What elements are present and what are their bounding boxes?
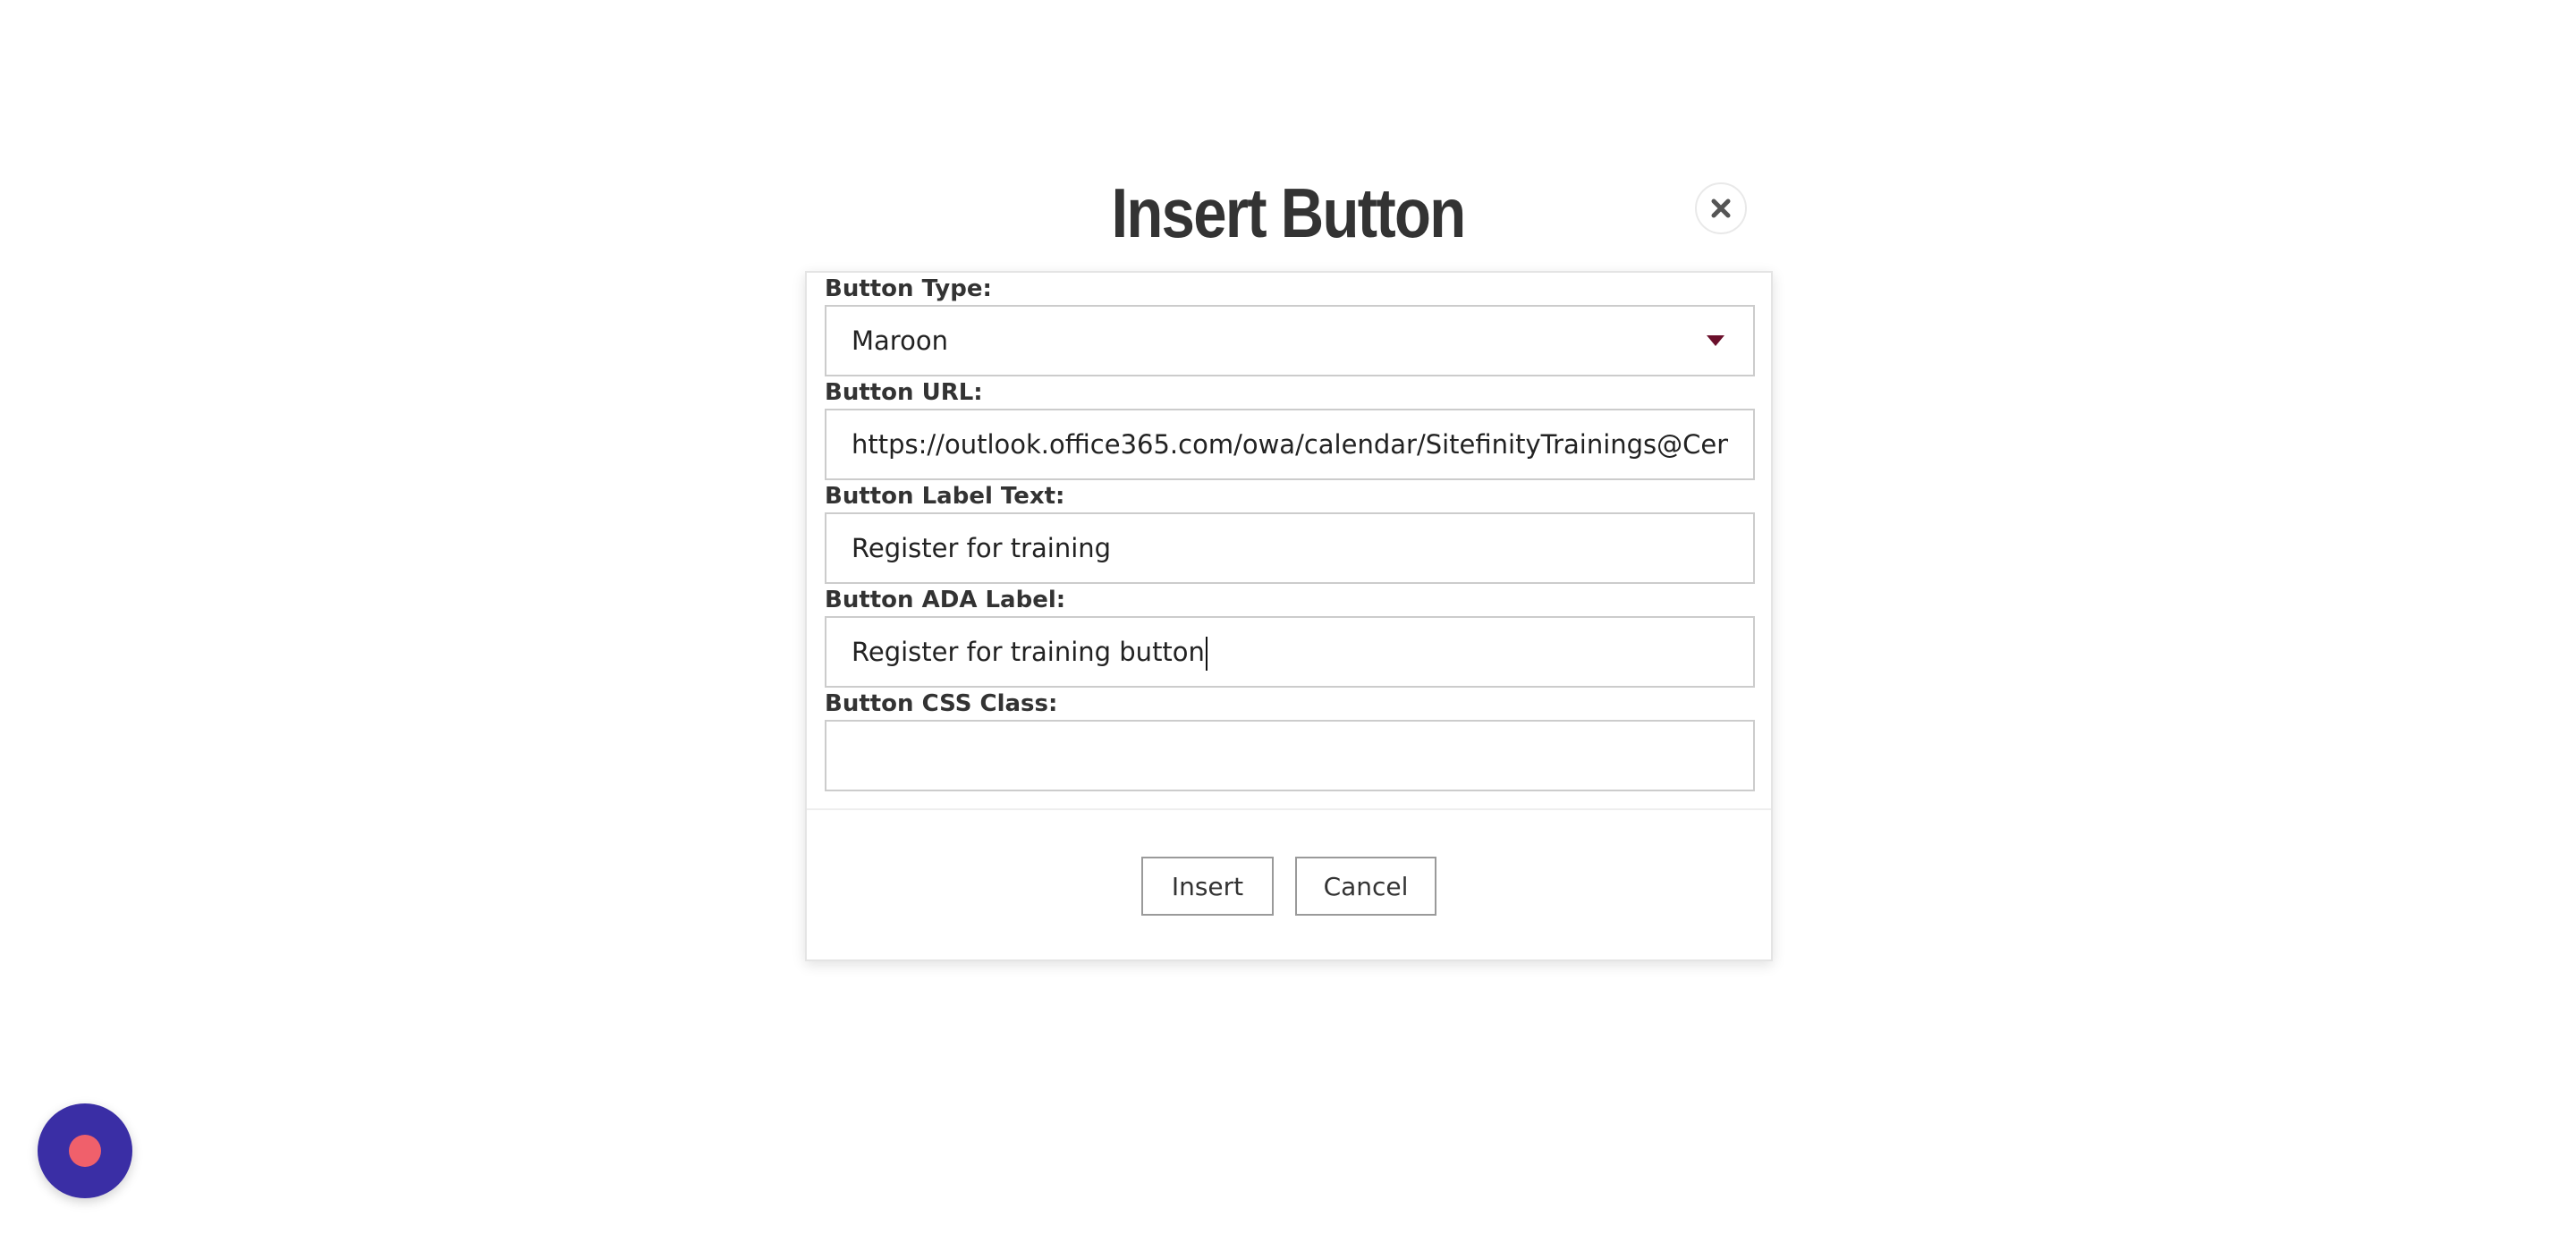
button-ada-label-label: Button ADA Label: xyxy=(825,587,1066,613)
chat-launcher-icon xyxy=(69,1135,101,1167)
button-type-select[interactable]: Maroon xyxy=(825,305,1755,376)
button-ada-label-field-content: Register for training button xyxy=(852,618,1728,686)
chevron-down-icon xyxy=(1707,335,1724,346)
cancel-button[interactable]: Cancel xyxy=(1295,857,1436,916)
chat-launcher-button[interactable] xyxy=(38,1103,132,1198)
button-type-label: Button Type: xyxy=(825,275,992,302)
dialog-actions: Insert Cancel xyxy=(807,857,1771,916)
page: Insert Button Button Type: Maroon Button… xyxy=(0,0,2576,1234)
button-css-class-input[interactable] xyxy=(825,720,1755,791)
button-css-class-label: Button CSS Class: xyxy=(825,690,1058,717)
button-type-value: Maroon xyxy=(852,325,948,356)
button-url-input[interactable]: https://outlook.office365.com/owa/calend… xyxy=(825,409,1755,480)
button-url-value: https://outlook.office365.com/owa/calend… xyxy=(852,429,1728,460)
text-caret xyxy=(1205,637,1208,671)
button-label-text-label: Button Label Text: xyxy=(825,483,1065,510)
insert-button[interactable]: Insert xyxy=(1141,857,1274,916)
button-css-class-value xyxy=(852,722,1728,790)
button-url-label: Button URL: xyxy=(825,379,983,406)
button-ada-label-input[interactable]: Register for training button xyxy=(825,616,1755,688)
dialog-title: Insert Button xyxy=(1111,173,1466,252)
button-label-text-value: Register for training xyxy=(852,533,1112,563)
close-icon xyxy=(1710,198,1732,219)
dialog-divider xyxy=(807,808,1771,810)
button-label-text-input[interactable]: Register for training xyxy=(825,512,1755,584)
button-form: Button Type: Maroon Button URL: https://… xyxy=(825,273,1755,791)
button-ada-label-value: Register for training button xyxy=(852,637,1205,667)
insert-button-dialog: Button Type: Maroon Button URL: https://… xyxy=(805,271,1773,961)
close-button[interactable] xyxy=(1695,182,1747,234)
